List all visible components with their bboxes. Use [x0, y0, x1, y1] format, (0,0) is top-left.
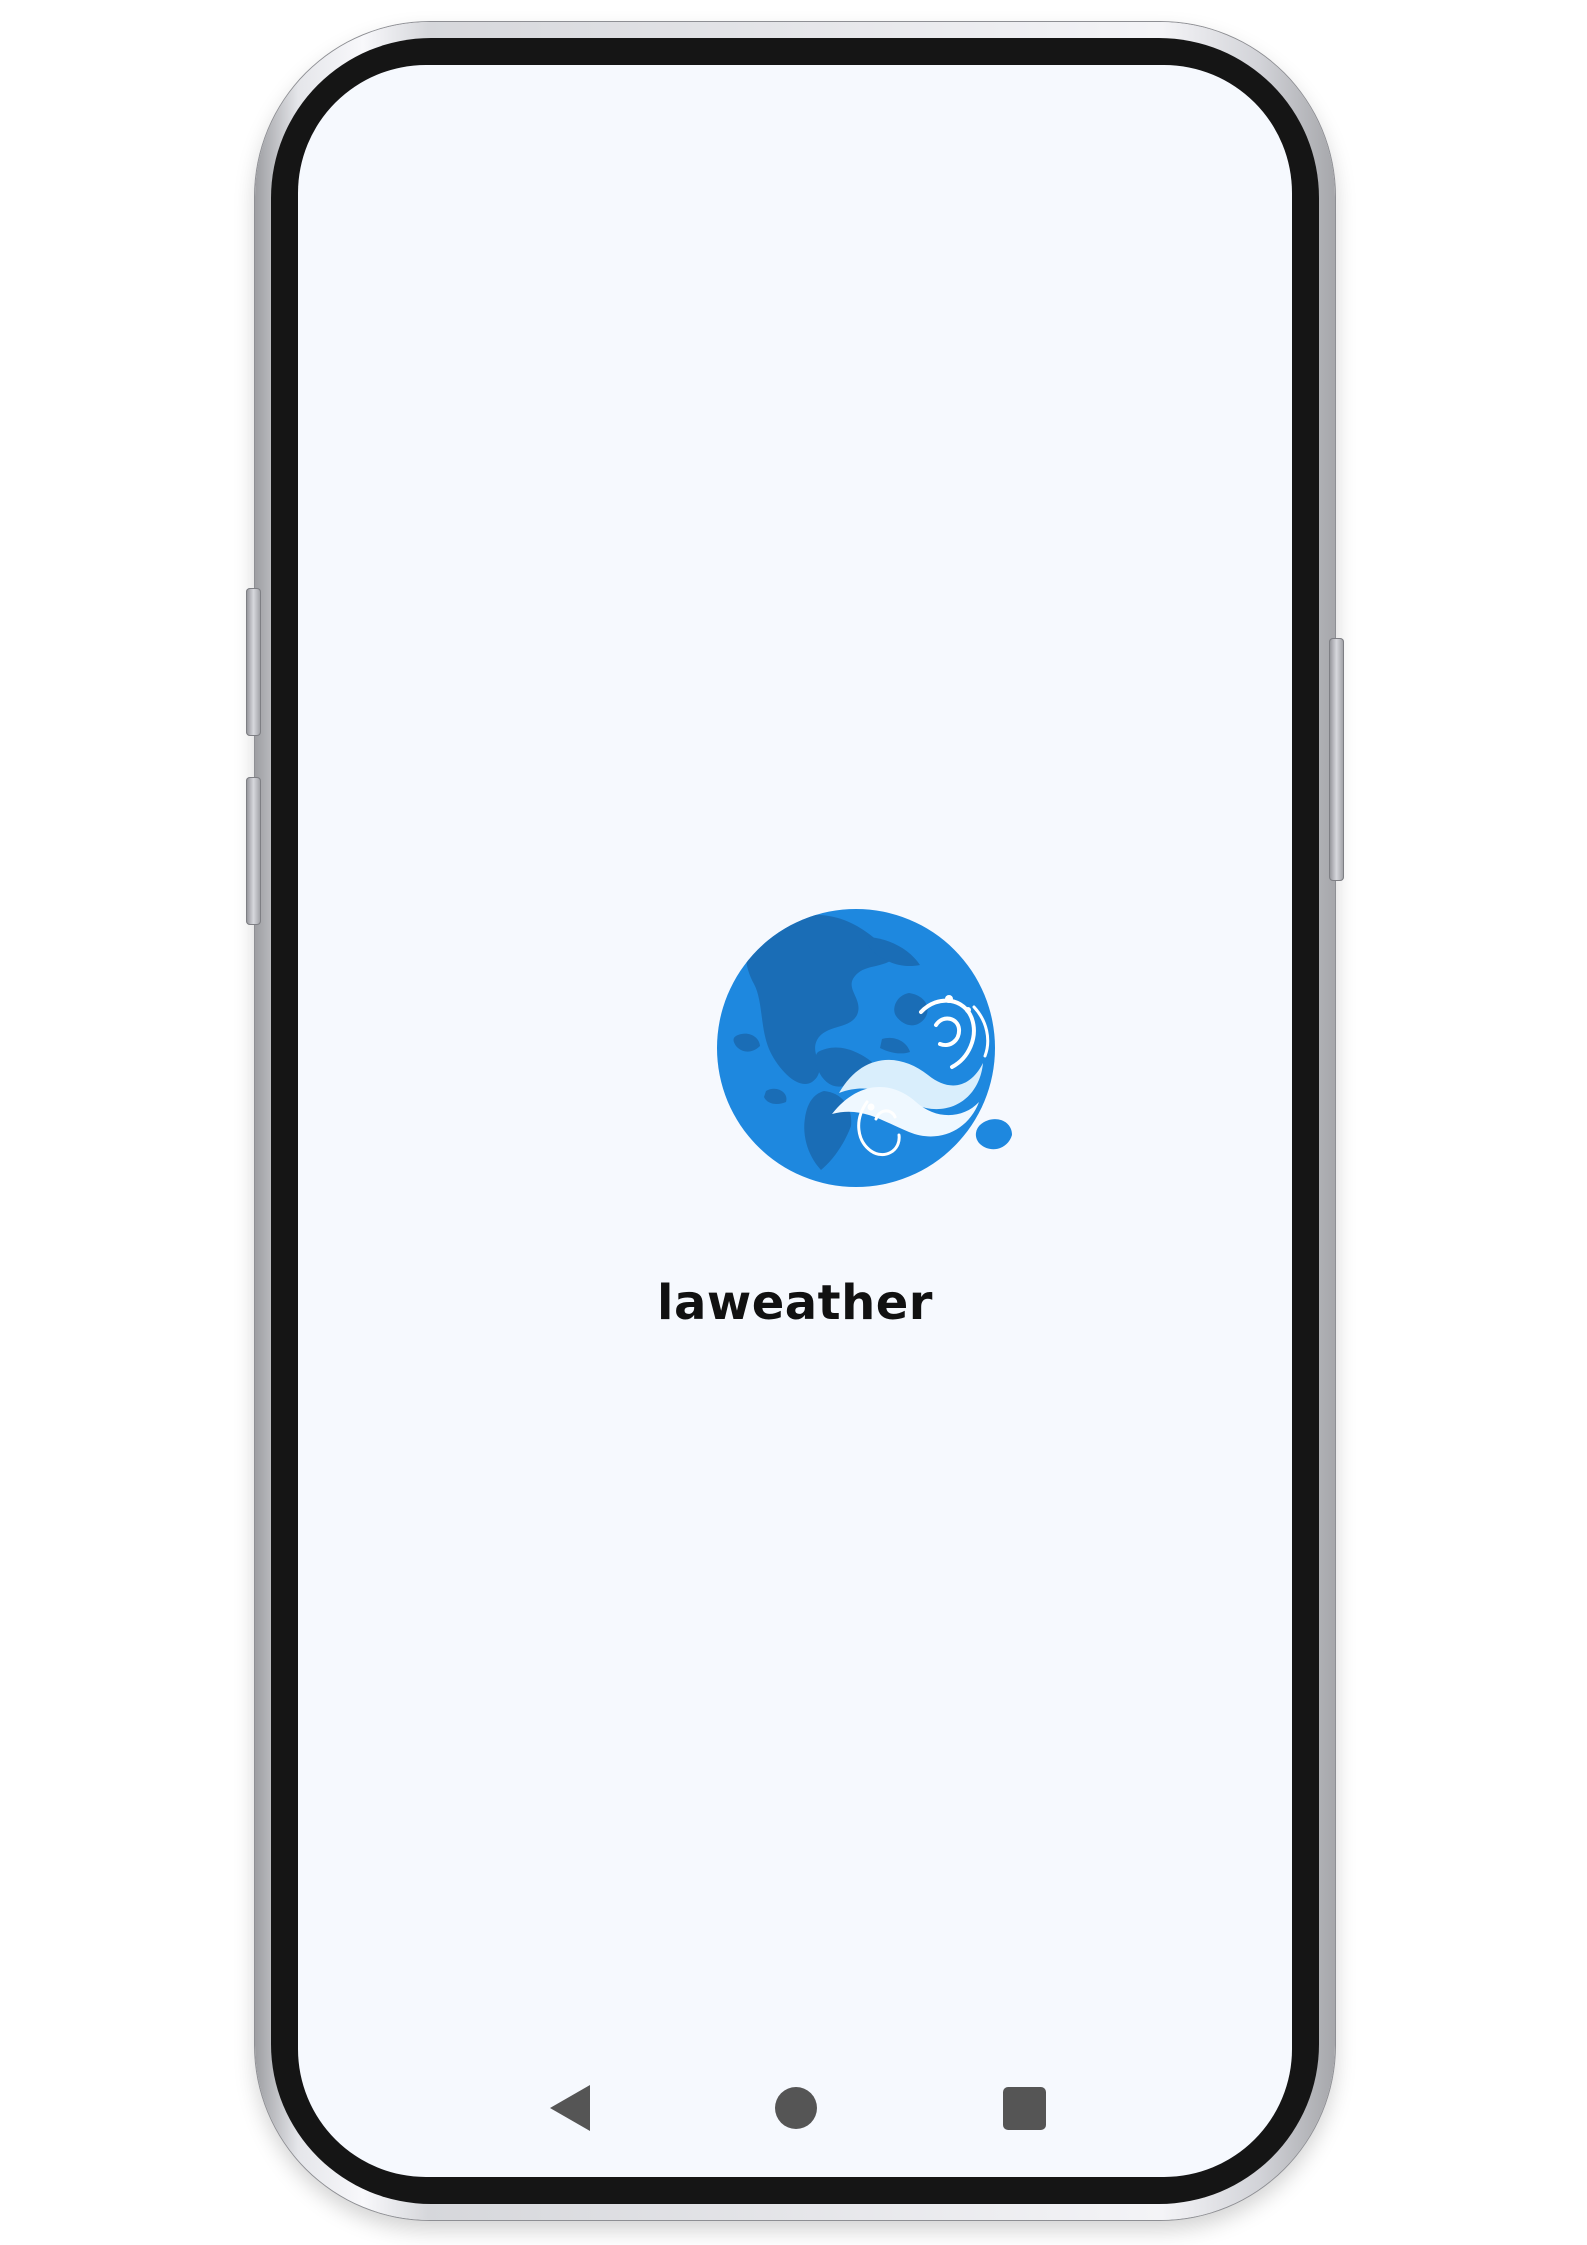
app-name-label: laweather [657, 1275, 933, 1331]
globe-weather-logo-icon [714, 903, 1029, 1203]
android-navigation-bar [298, 2067, 1292, 2147]
power-button[interactable] [1329, 638, 1344, 881]
splash-content: laweather [298, 903, 1292, 1343]
volume-down-button[interactable] [246, 777, 261, 925]
home-circle-icon[interactable] [775, 2087, 817, 2129]
phone-frame: laweather [255, 22, 1335, 2220]
app-screen: laweather [298, 65, 1292, 2177]
globe-weather-logo-svg [717, 909, 1012, 1187]
phone-bezel: laweather [271, 38, 1319, 2204]
volume-up-button[interactable] [246, 588, 261, 736]
small-cloud-shape [975, 1119, 1012, 1150]
phone-canvas: laweather [0, 0, 1587, 2245]
back-triangle-icon[interactable] [549, 2084, 591, 2132]
recents-square-icon[interactable] [1003, 2087, 1046, 2130]
